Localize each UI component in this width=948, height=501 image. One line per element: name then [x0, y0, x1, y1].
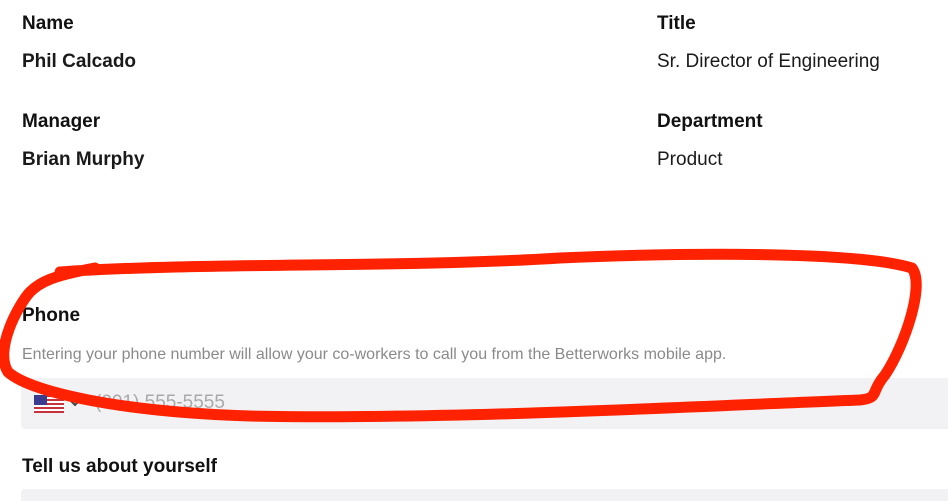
name-label: Name [22, 13, 74, 34]
name-value: Phil Calcado [22, 51, 137, 72]
manager-value: Brian Murphy [22, 149, 145, 170]
profile-page: Name Phil Calcado Title Sr. Director of … [0, 0, 948, 501]
us-flag-icon[interactable] [34, 395, 64, 413]
department-value: Product [657, 149, 723, 170]
title-label: Title [657, 13, 696, 34]
phone-placeholder: (201) 555-5555 [95, 392, 225, 413]
title-value: Sr. Director of Engineering [657, 51, 880, 72]
manager-label: Manager [22, 111, 101, 132]
phone-label: Phone [22, 305, 81, 326]
phone-input[interactable]: (201) 555-5555 [21, 378, 948, 429]
phone-helper-text: Entering your phone number will allow yo… [22, 346, 727, 363]
chevron-down-icon[interactable] [69, 399, 81, 407]
about-label: Tell us about yourself [22, 456, 217, 477]
department-label: Department [657, 111, 763, 132]
about-textarea[interactable] [21, 489, 948, 501]
